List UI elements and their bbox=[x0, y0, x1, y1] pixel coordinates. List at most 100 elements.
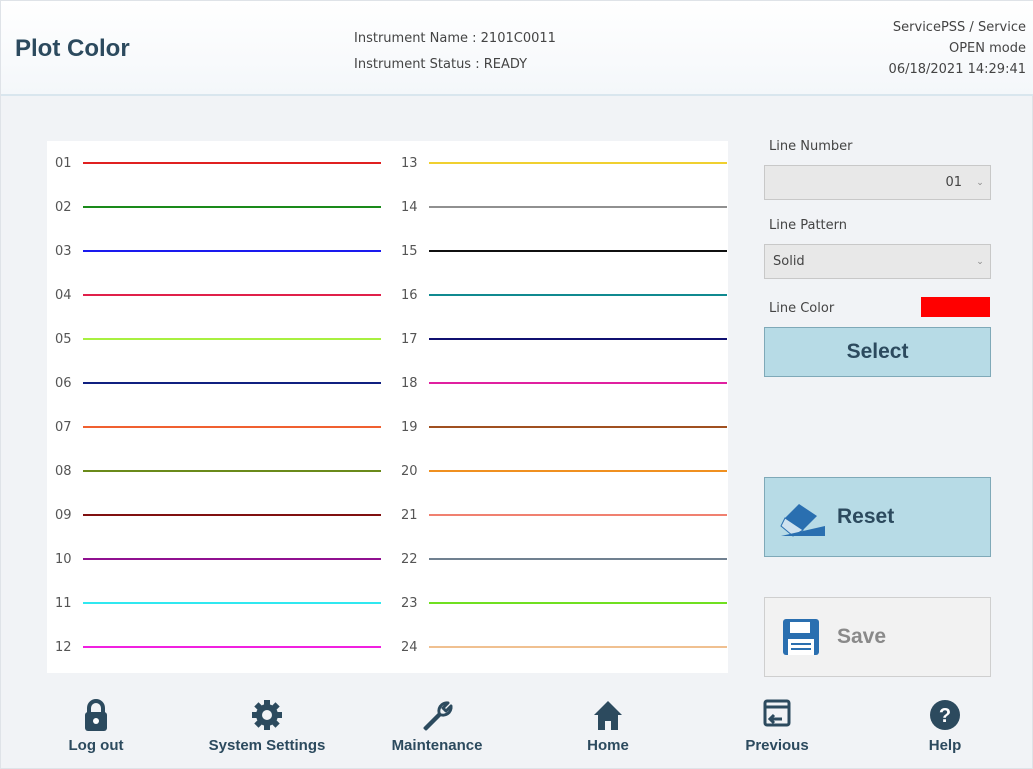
reset-button-label: Reset bbox=[837, 505, 895, 528]
plot-line-number: 10 bbox=[55, 551, 72, 567]
instrument-info: Instrument Name : 2101C0011 Instrument S… bbox=[354, 26, 556, 78]
nav-home-label: Home bbox=[587, 737, 629, 754]
previous-window-icon bbox=[763, 699, 791, 727]
plot-line-sample bbox=[83, 250, 381, 252]
select-button-label: Select bbox=[846, 340, 909, 363]
nav-maintenance[interactable]: Maintenance bbox=[362, 691, 512, 769]
plot-line-row[interactable]: 20 bbox=[401, 461, 727, 481]
plot-line-row[interactable]: 09 bbox=[55, 505, 381, 525]
plot-line-row[interactable]: 06 bbox=[55, 373, 381, 393]
nav-help[interactable]: ? Help bbox=[870, 691, 1020, 769]
nav-home[interactable]: Home bbox=[533, 691, 683, 769]
user-info: ServicePSS / Service OPEN mode 06/18/202… bbox=[889, 17, 1026, 80]
plot-line-number: 14 bbox=[401, 199, 418, 215]
access-mode: OPEN mode bbox=[948, 41, 1026, 56]
lock-icon bbox=[85, 699, 107, 731]
plot-line-row[interactable]: 23 bbox=[401, 593, 727, 613]
help-icon: ? bbox=[930, 700, 960, 730]
line-number-select[interactable]: 01 ⌄ bbox=[764, 165, 991, 200]
plot-line-sample bbox=[429, 206, 727, 208]
home-icon bbox=[594, 701, 622, 730]
plot-line-sample bbox=[429, 162, 727, 164]
plot-line-row[interactable]: 17 bbox=[401, 329, 727, 349]
floppy-disk-icon bbox=[783, 619, 819, 655]
chevron-down-icon: ⌄ bbox=[976, 256, 984, 267]
plot-line-row[interactable]: 10 bbox=[55, 549, 381, 569]
nav-previous[interactable]: Previous bbox=[702, 691, 852, 769]
plot-line-row[interactable]: 19 bbox=[401, 417, 727, 437]
plot-line-sample bbox=[83, 162, 381, 164]
nav-help-label: Help bbox=[928, 737, 962, 754]
plot-line-sample bbox=[83, 382, 381, 384]
plot-line-number: 21 bbox=[401, 507, 418, 523]
plot-line-row[interactable]: 02 bbox=[55, 197, 381, 217]
plot-line-row[interactable]: 15 bbox=[401, 241, 727, 261]
plot-line-sample bbox=[83, 294, 381, 296]
plot-line-row[interactable]: 24 bbox=[401, 637, 727, 657]
plot-line-number: 02 bbox=[55, 199, 72, 215]
nav-system-settings[interactable]: System Settings bbox=[192, 691, 342, 769]
plot-line-number: 13 bbox=[401, 155, 418, 171]
plot-line-number: 23 bbox=[401, 595, 418, 611]
bottom-navigation: Log out System Settings Maintenance Home… bbox=[1, 691, 1033, 769]
plot-line-sample bbox=[429, 250, 727, 252]
wrench-icon bbox=[423, 701, 453, 731]
plot-line-number: 20 bbox=[401, 463, 418, 479]
select-color-button[interactable]: Select bbox=[764, 327, 991, 377]
plot-line-sample bbox=[83, 206, 381, 208]
plot-line-number: 03 bbox=[55, 243, 72, 259]
plot-line-sample bbox=[83, 426, 381, 428]
plot-color-panel: 01 02 03 04 05 06 07 08 09 10 11 12 13 14 15 16 17 18 19 20… bbox=[47, 141, 728, 673]
line-number-value: 01 bbox=[945, 175, 962, 190]
plot-line-row[interactable]: 21 bbox=[401, 505, 727, 525]
save-button-label: Save bbox=[837, 625, 887, 648]
plot-line-row[interactable]: 14 bbox=[401, 197, 727, 217]
plot-line-sample bbox=[429, 514, 727, 516]
plot-line-row[interactable]: 11 bbox=[55, 593, 381, 613]
plot-line-number: 12 bbox=[55, 639, 72, 655]
plot-line-sample bbox=[83, 470, 381, 472]
date-time: 06/18/2021 14:29:41 bbox=[888, 62, 1026, 77]
plot-line-row[interactable]: 16 bbox=[401, 285, 727, 305]
line-color-swatch bbox=[921, 297, 990, 317]
gear-icon bbox=[252, 700, 282, 730]
plot-line-row[interactable]: 04 bbox=[55, 285, 381, 305]
plot-line-row[interactable]: 13 bbox=[401, 153, 727, 173]
plot-line-sample bbox=[429, 294, 727, 296]
plot-line-sample bbox=[429, 338, 727, 340]
chevron-down-icon: ⌄ bbox=[976, 177, 984, 188]
plot-line-number: 16 bbox=[401, 287, 418, 303]
save-button[interactable]: Save bbox=[764, 597, 991, 677]
plot-line-number: 11 bbox=[55, 595, 72, 611]
plot-line-row[interactable]: 22 bbox=[401, 549, 727, 569]
header-bar: Plot Color Instrument Name : 2101C0011 I… bbox=[1, 1, 1033, 96]
nav-previous-label: Previous bbox=[745, 737, 809, 754]
instrument-name: Instrument Name : 2101C0011 bbox=[354, 31, 556, 46]
nav-logout[interactable]: Log out bbox=[21, 691, 171, 769]
line-pattern-select[interactable]: Solid ⌄ bbox=[764, 244, 991, 279]
plot-line-number: 19 bbox=[401, 419, 418, 435]
plot-line-number: 01 bbox=[55, 155, 72, 171]
plot-line-number: 04 bbox=[55, 287, 72, 303]
plot-line-sample bbox=[429, 426, 727, 428]
plot-line-row[interactable]: 12 bbox=[55, 637, 381, 657]
nav-system-settings-label: System Settings bbox=[208, 737, 326, 754]
plot-line-row[interactable]: 05 bbox=[55, 329, 381, 349]
plot-line-number: 05 bbox=[55, 331, 72, 347]
plot-line-row[interactable]: 07 bbox=[55, 417, 381, 437]
plot-line-row[interactable]: 01 bbox=[55, 153, 381, 173]
plot-line-row[interactable]: 18 bbox=[401, 373, 727, 393]
app-window: Plot Color Instrument Name : 2101C0011 I… bbox=[0, 0, 1033, 769]
eraser-icon bbox=[780, 504, 825, 537]
plot-line-number: 24 bbox=[401, 639, 418, 655]
line-number-label: Line Number bbox=[769, 139, 853, 154]
plot-line-number: 07 bbox=[55, 419, 72, 435]
line-pattern-label: Line Pattern bbox=[769, 218, 847, 233]
plot-line-sample bbox=[429, 558, 727, 560]
plot-line-sample bbox=[83, 514, 381, 516]
plot-line-number: 17 bbox=[401, 331, 418, 347]
reset-button[interactable]: Reset bbox=[764, 477, 991, 557]
plot-line-row[interactable]: 03 bbox=[55, 241, 381, 261]
user-name: ServicePSS / Service bbox=[892, 20, 1026, 35]
plot-line-row[interactable]: 08 bbox=[55, 461, 381, 481]
